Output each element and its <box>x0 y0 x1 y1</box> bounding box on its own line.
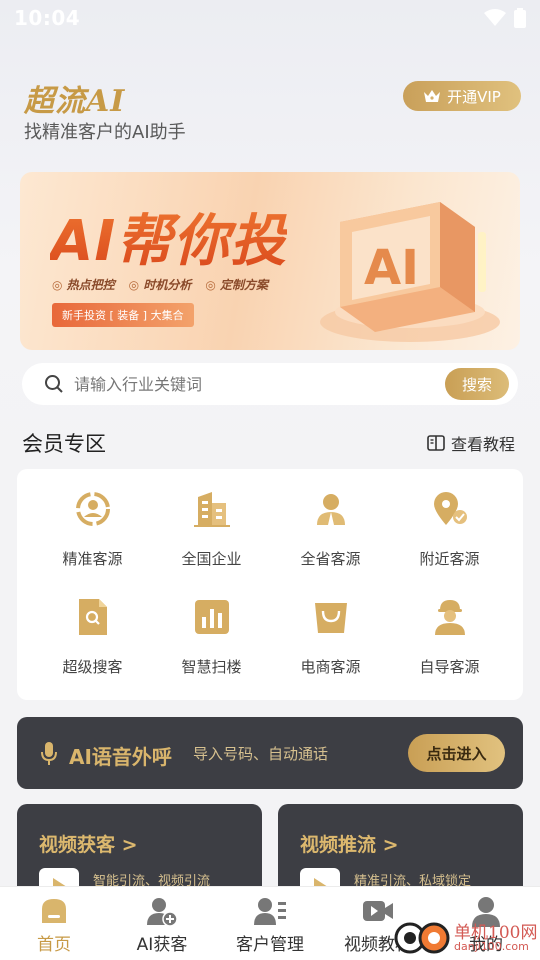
add-user-icon <box>147 898 178 927</box>
nav-item-customer-management[interactable]: 客户管理 <box>216 887 324 960</box>
grid-item-nearby-customers[interactable]: 附近客源 <box>390 469 509 569</box>
search-icon <box>45 375 63 393</box>
watermark-logo <box>394 922 450 954</box>
grid-item-province-customers[interactable]: 全省客源 <box>271 469 390 569</box>
grid-item-label: 智慧扫楼 <box>181 658 242 676</box>
open-vip-button[interactable]: 开通VIP <box>403 81 521 111</box>
banner-feature: 热点把控 <box>52 276 115 293</box>
banner-features: 热点把控 时机分析 定制方案 <box>52 276 268 293</box>
status-time: 10:04 <box>14 6 81 30</box>
nav-item-ai-acquisition[interactable]: AI获客 <box>108 887 216 960</box>
book-icon <box>427 435 445 451</box>
voice-call-description: 导入号码、自动通话 <box>193 745 329 763</box>
member-section-title: 会员专区 <box>22 432 106 456</box>
grid-item-super-search[interactable]: 超级搜客 <box>33 577 152 677</box>
search-input[interactable] <box>74 363 434 405</box>
grid-item-label: 附近客源 <box>419 550 480 568</box>
watermark-url: danji100.com <box>454 940 529 953</box>
grid-item-label: 自导客源 <box>419 658 480 676</box>
grid-item-label: 全省客源 <box>300 550 361 568</box>
vip-label: 开通VIP <box>447 87 501 106</box>
tutorial-label: 查看教程 <box>451 435 516 454</box>
battery-icon <box>514 8 526 28</box>
grid-item-national-enterprises[interactable]: 全国企业 <box>152 469 271 569</box>
worker-icon <box>435 600 465 635</box>
voice-call-title: AI语音外呼 <box>69 745 172 769</box>
shopping-bag-icon <box>315 603 347 633</box>
ai-cube-illustration: AI <box>320 202 500 342</box>
document-search-icon <box>79 599 107 635</box>
banner-title: AI帮你投 <box>50 196 287 277</box>
customer-list-icon <box>254 898 286 925</box>
video-camera-icon <box>363 901 393 921</box>
banner-feature: 时机分析 <box>129 276 191 293</box>
search-button[interactable]: 搜索 <box>445 368 509 400</box>
nav-label: AI获客 <box>136 935 188 955</box>
banner-tag: 新手投资 [ 装备 ] 大集合 <box>52 303 194 327</box>
grid-item-precise-customers[interactable]: 精准客源 <box>33 469 152 569</box>
promo-banner[interactable]: AI帮你投 热点把控 时机分析 定制方案 新手投资 [ 装备 ] 大集合 AI <box>20 172 520 350</box>
wifi-icon <box>484 9 506 26</box>
banner-feature: 定制方案 <box>205 276 268 293</box>
crown-icon <box>424 90 441 102</box>
grid-item-label: 电商客源 <box>300 658 361 676</box>
grid-item-label: 全国企业 <box>181 550 242 568</box>
video-card-title: 视频推流 > <box>300 834 399 856</box>
ai-voice-call-banner[interactable]: AI语音外呼 导入号码、自动通话 点击进入 <box>17 717 523 789</box>
home-icon <box>42 899 66 923</box>
member-feature-grid: 精准客源 全国企业 全省客源 附近客源 超级搜客 智慧扫楼 电商客源 自导客源 <box>17 469 523 700</box>
target-customers-icon <box>76 492 110 526</box>
enter-voice-call-button[interactable]: 点击进入 <box>408 734 505 772</box>
view-tutorial-link[interactable]: 查看教程 <box>427 431 515 455</box>
app-brand-logo: 超流AI <box>24 84 126 119</box>
banner-art-text: AI <box>364 240 419 296</box>
location-icon <box>434 492 467 525</box>
person-icon <box>317 494 345 525</box>
nav-label: 首页 <box>37 935 71 955</box>
grid-item-smart-scan[interactable]: 智慧扫楼 <box>152 577 271 677</box>
nav-item-home[interactable]: 首页 <box>0 887 108 960</box>
video-card-title: 视频获客 > <box>39 834 138 856</box>
site-watermark: 单机100网 danji100.com <box>392 910 540 960</box>
chart-icon <box>195 600 229 634</box>
status-bar: 10:04 <box>0 0 540 36</box>
grid-item-ecommerce-customers[interactable]: 电商客源 <box>271 577 390 677</box>
grid-item-label: 精准客源 <box>62 550 123 568</box>
status-icons <box>484 8 526 28</box>
grid-item-self-guided-customers[interactable]: 自导客源 <box>390 577 509 677</box>
nav-label: 客户管理 <box>236 935 304 955</box>
microphone-icon <box>41 742 57 765</box>
grid-item-label: 超级搜客 <box>62 658 123 676</box>
search-bar: 搜索 <box>22 363 518 405</box>
buildings-icon <box>194 492 230 527</box>
app-slogan: 找精准客户的AI助手 <box>24 122 186 143</box>
